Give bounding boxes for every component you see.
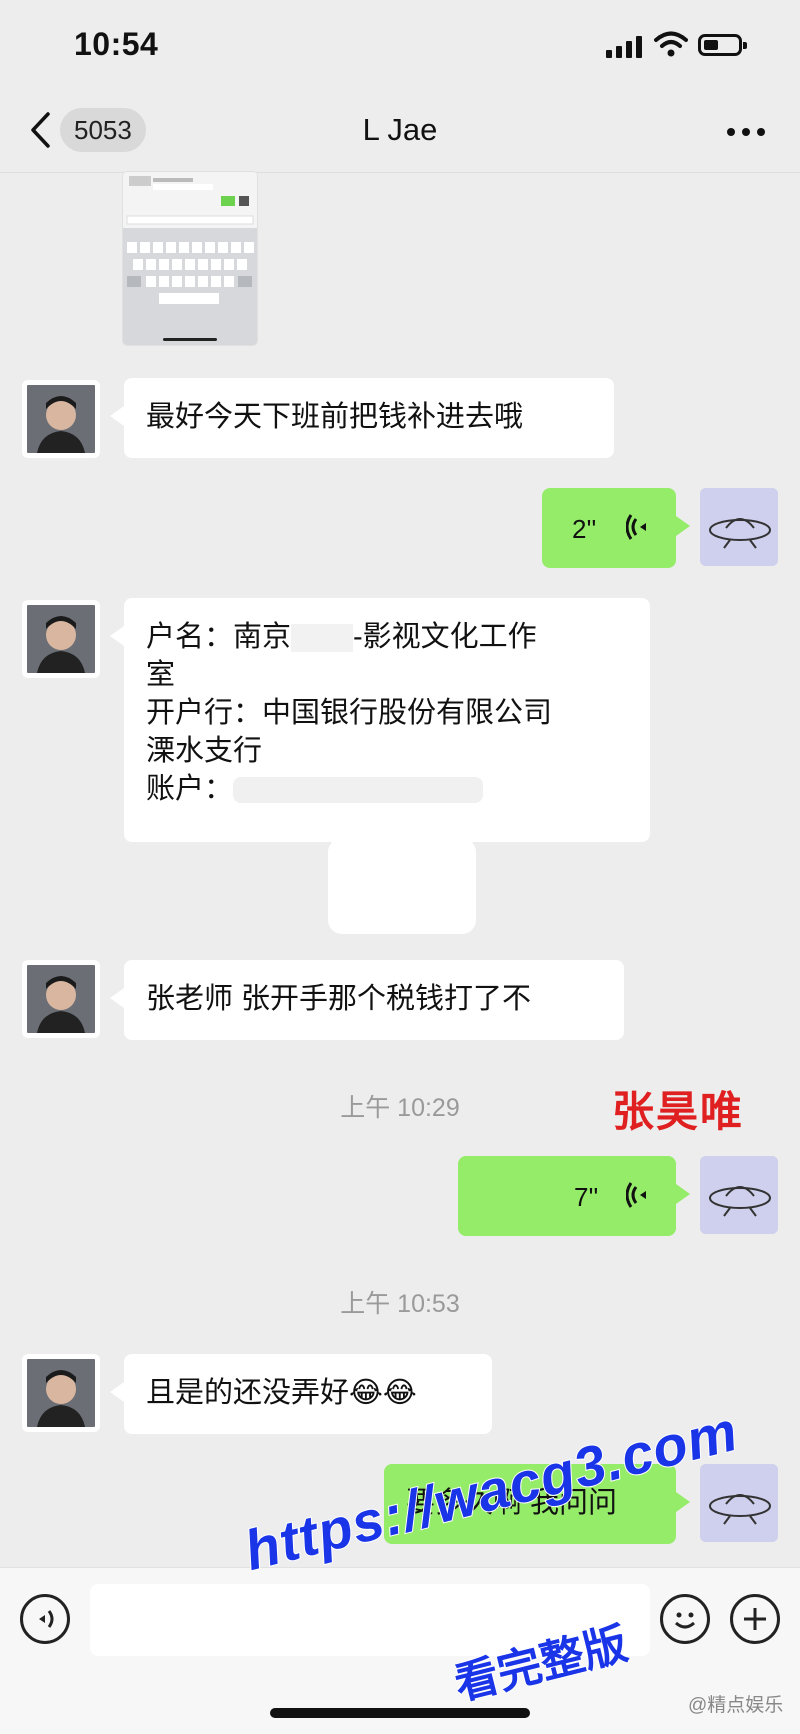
home-indicator <box>270 1708 530 1718</box>
status-bar: 10:54 <box>0 0 800 92</box>
status-time: 10:54 <box>74 26 159 62</box>
message-bubble-in[interactable]: 且是的还没弄好😂😂 <box>110 1354 492 1434</box>
wifi-icon <box>654 31 688 57</box>
chat-header: 5053 L Jae <box>0 92 800 173</box>
voice-message-bubble-out[interactable]: 7'' <box>458 1156 690 1236</box>
account-name-line-2: 室 <box>146 659 176 691</box>
redaction-patch <box>328 838 476 934</box>
account-number-label: 账户： <box>146 773 234 805</box>
voice-toggle-icon[interactable] <box>20 1594 70 1644</box>
timestamp: 上午 10:53 <box>340 1290 460 1318</box>
chat-title: L Jae <box>362 112 438 147</box>
signal-icon <box>606 36 642 58</box>
name-overlay-label: 张昊唯 <box>612 1088 745 1135</box>
message-text: 且是的还没弄好😂😂 <box>146 1377 417 1409</box>
voice-duration: 7'' <box>574 1182 599 1212</box>
plus-icon[interactable] <box>730 1594 780 1644</box>
redacted-text <box>291 624 354 653</box>
account-name-line: 户名：南京 <box>146 621 292 653</box>
bank-line: 开户行：中国银行股份有限公司 <box>146 697 553 729</box>
redacted-account-number <box>233 777 484 804</box>
message-bubble-in[interactable]: 最好今天下班前把钱补进去哦 <box>110 378 614 458</box>
input-bar <box>0 1567 800 1734</box>
battery-icon <box>698 34 747 56</box>
message-bubble-in[interactable]: 张老师 张开手那个税钱打了不 <box>110 960 624 1040</box>
emoji-icon[interactable] <box>660 1594 710 1644</box>
contact-avatar[interactable] <box>22 960 100 1038</box>
message-text: 张老师 张开手那个税钱打了不 <box>146 983 532 1015</box>
voice-duration: 2'' <box>572 514 597 544</box>
my-avatar[interactable] <box>700 1156 778 1234</box>
bank-info-message-bubble[interactable]: 户名：南京 -影视文化工作 室 开户行：中国银行股份有限公司 溧水支行 账户： <box>110 598 650 842</box>
voice-message-bubble-out[interactable]: 2'' <box>542 488 690 568</box>
bank-branch-line: 溧水支行 <box>146 735 263 767</box>
source-watermark: @精点娱乐 <box>688 1695 784 1716</box>
keyboard-screenshot-thumbnail <box>123 172 257 345</box>
contact-avatar[interactable] <box>22 380 100 458</box>
contact-avatar[interactable] <box>22 600 100 678</box>
message-text: 最好今天下班前把钱补进去哦 <box>146 401 524 433</box>
shared-screenshot-image[interactable] <box>123 172 257 345</box>
my-avatar[interactable] <box>700 1464 778 1542</box>
contact-avatar[interactable] <box>22 1354 100 1432</box>
voice-wave-icon <box>626 1182 646 1208</box>
my-avatar[interactable] <box>700 488 778 566</box>
more-dots-icon[interactable] <box>727 128 767 136</box>
voice-wave-icon <box>626 514 646 540</box>
